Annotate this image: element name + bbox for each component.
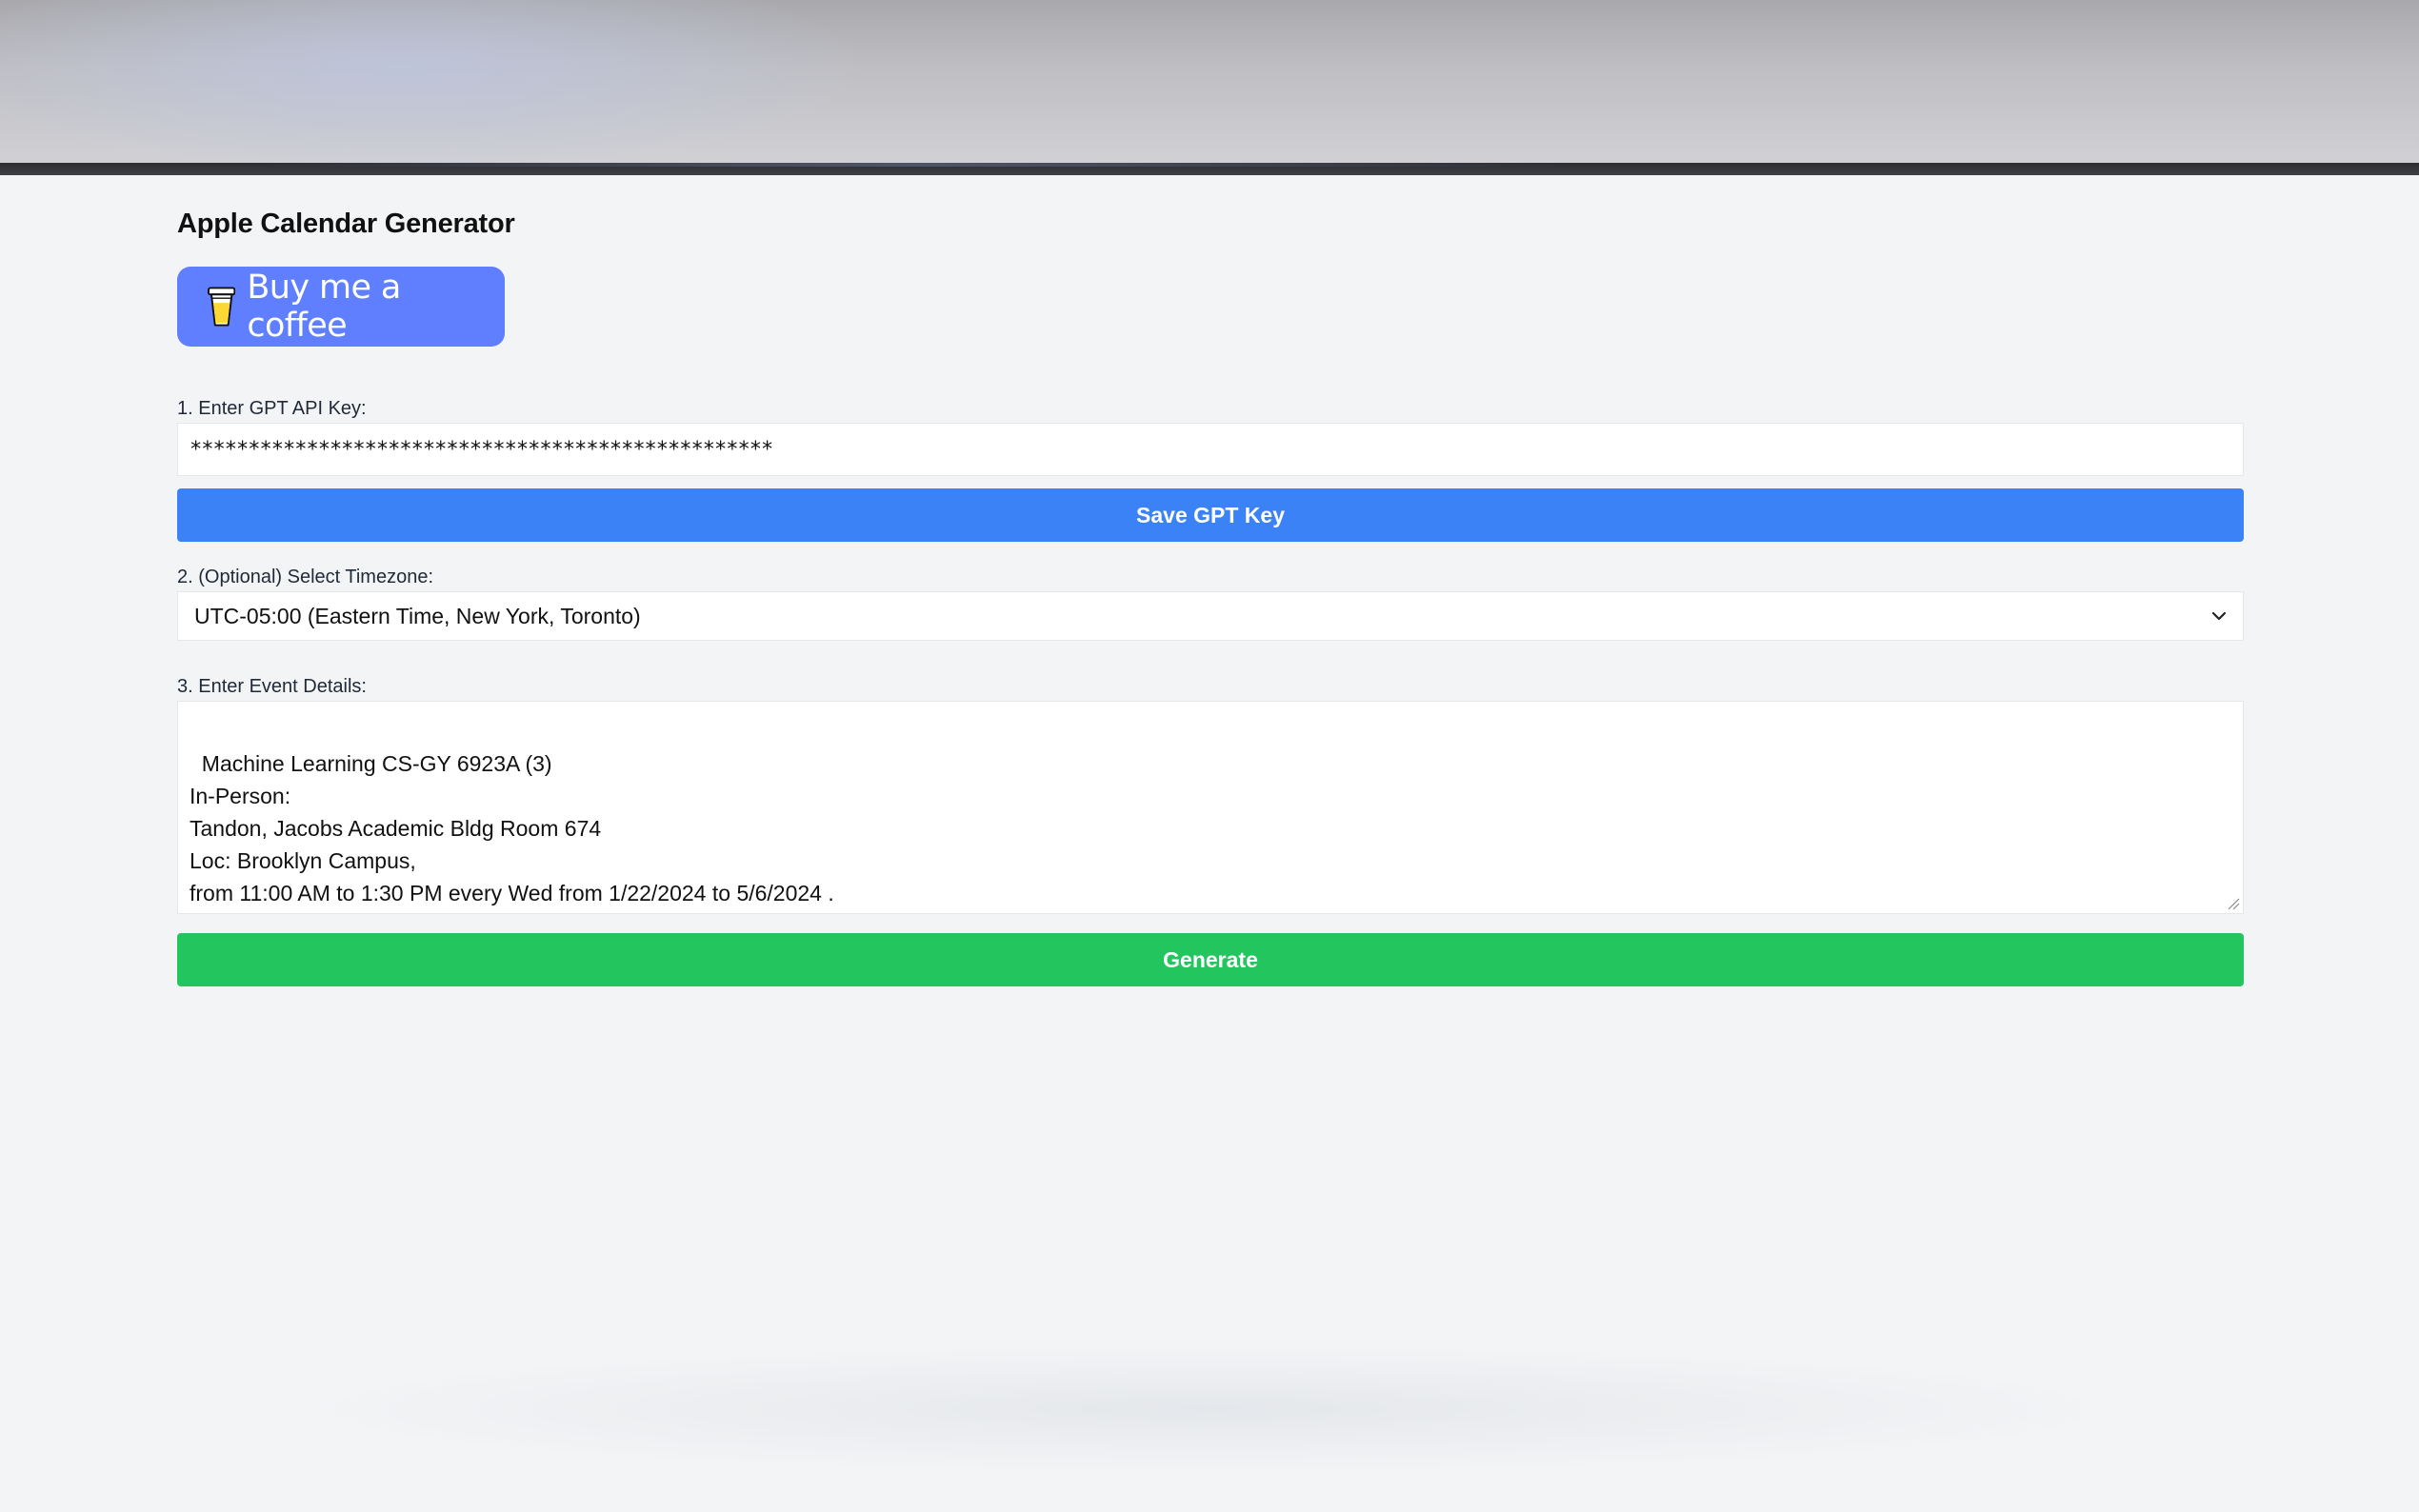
timezone-select[interactable]: UTC-05:00 (Eastern Time, New York, Toron… <box>177 591 2244 641</box>
save-gpt-key-button[interactable]: Save GPT Key <box>177 488 2244 542</box>
generate-button[interactable]: Generate <box>177 933 2244 986</box>
page-title: Apple Calendar Generator <box>177 209 515 239</box>
resize-grip-icon[interactable] <box>2227 897 2240 910</box>
browser-chrome-blur <box>0 0 2419 163</box>
api-key-label: 1. Enter GPT API Key: <box>177 398 367 419</box>
chevron-down-icon <box>2211 611 2227 621</box>
event-details-text: Machine Learning CS-GY 6923A (3) In-Pers… <box>190 751 834 905</box>
api-key-input[interactable] <box>177 423 2244 476</box>
bottom-shadow <box>0 1343 2419 1512</box>
event-details-label: 3. Enter Event Details: <box>177 676 367 697</box>
timezone-selected-value: UTC-05:00 (Eastern Time, New York, Toron… <box>194 603 641 628</box>
coffee-button-label: Buy me a coffee <box>247 269 401 345</box>
browser-chrome-glow <box>257 163 1571 167</box>
coffee-cup-icon <box>208 287 236 327</box>
buy-me-a-coffee-button[interactable]: Buy me a coffee <box>177 267 505 347</box>
event-details-textarea[interactable]: Machine Learning CS-GY 6923A (3) In-Pers… <box>177 701 2244 914</box>
timezone-label: 2. (Optional) Select Timezone: <box>177 567 434 587</box>
